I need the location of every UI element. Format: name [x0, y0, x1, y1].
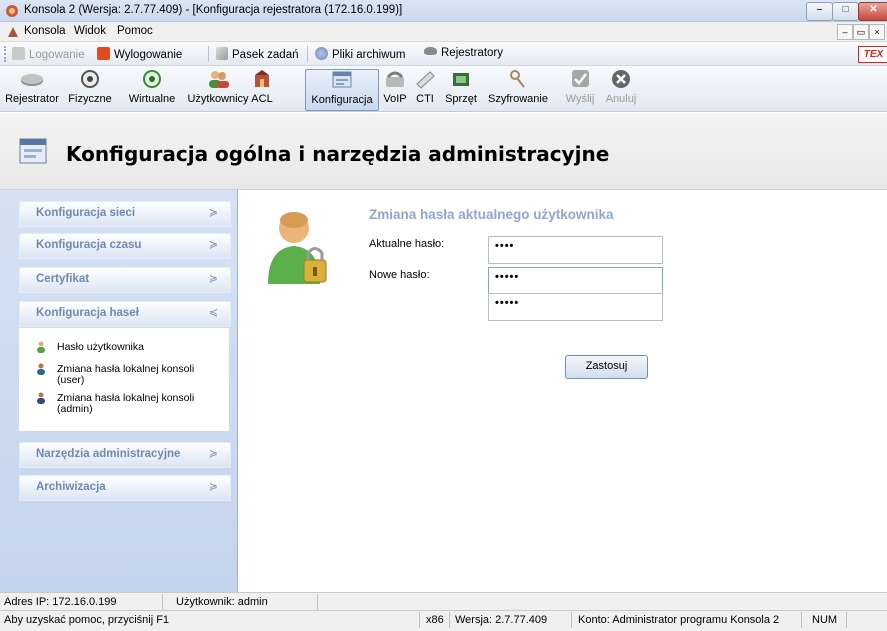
chevron-down-icon: ≽ [208, 207, 218, 219]
menu-widok[interactable]: Widok [74, 25, 106, 37]
configuration-icon [332, 71, 352, 88]
physical-button[interactable]: Fizyczne [62, 69, 118, 109]
architecture: x86 [426, 614, 444, 626]
virtual-speaker-icon [143, 70, 161, 88]
virtual-button[interactable]: Wirtualne [118, 69, 186, 109]
users-button[interactable]: Użytkownicy [186, 69, 250, 109]
status-bar-top: Adres IP: 172.16.0.199 Użytkownik: admin [0, 592, 887, 610]
chevron-down-icon: ≽ [208, 239, 218, 251]
minimize-button[interactable]: – [806, 2, 833, 21]
console-menu-icon [8, 27, 18, 37]
toolbar-grip [4, 46, 9, 62]
app-icon [6, 5, 18, 17]
taskbar-button[interactable]: Pasek zadań [216, 47, 299, 61]
form-title: Zmiana hasła aktualnego użytkownika [369, 207, 614, 222]
current-user: Użytkownik: admin [176, 596, 268, 608]
archive-files-button[interactable]: Pliki archiwum [315, 47, 406, 61]
mdi-minimize-button[interactable]: – [837, 24, 853, 40]
window-title: Konsola 2 (Wersja: 2.7.77.409) - [Konfig… [24, 4, 403, 16]
status-separator [162, 594, 163, 610]
apply-button[interactable]: Zastosuj [565, 355, 648, 379]
passwords-panel: Hasło użytkownika Zmiana hasła lokalnej … [19, 328, 229, 431]
page-header: Konfiguracja ogólna i narzędzia administ… [0, 113, 887, 190]
chevron-down-icon: ≽ [208, 448, 218, 460]
login-icon [12, 47, 25, 60]
cti-button[interactable]: CTI [412, 69, 438, 109]
title-bar: Konsola 2 (Wersja: 2.7.77.409) - [Konfig… [0, 0, 887, 22]
user-icon [37, 392, 45, 404]
account: Konto: Administrator programu Konsola 2 [578, 614, 780, 626]
status-separator [449, 612, 450, 628]
sidebar: Konfiguracja sieci ≽ Konfiguracja czasu ≽ … [0, 190, 238, 592]
recorder-icon [21, 74, 43, 86]
configuration-icon [19, 138, 47, 164]
section-admin-tools[interactable]: Narzędzia administracyjne ≽ [19, 442, 231, 468]
phone-icon [386, 71, 404, 87]
confirm-password-field[interactable]: ••••• [488, 293, 663, 321]
configuration-button[interactable]: Konfiguracja [305, 69, 379, 111]
status-separator [419, 612, 420, 628]
status-separator [571, 612, 572, 628]
new-password-field[interactable]: ••••• [488, 267, 663, 295]
menu-pomoc[interactable]: Pomoc [117, 25, 153, 37]
main-panel: Zmiana hasła aktualnego użytkownika Aktu… [239, 190, 887, 592]
encryption-button[interactable]: Szyfrowanie [484, 69, 552, 109]
user-lock-icon [268, 212, 327, 284]
logout-button[interactable]: Wylogowanie [97, 47, 182, 61]
section-archiving[interactable]: Archiwizacja ≽ [19, 475, 231, 501]
section-time[interactable]: Konfiguracja czasu ≽ [19, 233, 231, 259]
key-icon [510, 70, 525, 88]
acl-icon [255, 70, 269, 87]
login-button[interactable]: Logowanie [12, 47, 85, 61]
module-toolbar: Rejestrator Fizyczne Wirtualne Użytkowni… [0, 66, 887, 112]
toolbar-separator [307, 46, 308, 62]
section-certificate[interactable]: Certyfikat ≽ [19, 267, 231, 293]
version: Wersja: 2.7.77.409 [455, 614, 548, 626]
status-bar-bottom: Aby uzyskać pomoc, przyciśnij F1 x86 Wer… [0, 610, 887, 631]
current-password-field[interactable]: •••• [488, 236, 663, 264]
status-separator [317, 594, 318, 610]
chevron-down-icon: ≽ [208, 481, 218, 493]
chevron-up-icon: ≼ [208, 307, 218, 319]
current-password-label: Aktualne hasło: [369, 238, 445, 250]
user-icon [37, 363, 45, 375]
status-separator [846, 612, 847, 628]
section-passwords[interactable]: Konfiguracja haseł ≼ [19, 301, 231, 327]
toolbar-separator [208, 46, 209, 62]
help-hint: Aby uzyskać pomoc, przyciśnij F1 [4, 614, 170, 626]
send-button[interactable]: Wyślij [562, 69, 598, 109]
top-toolbar: Logowanie Wylogowanie Pasek zadań Pliki … [0, 42, 887, 66]
pencil-icon [216, 47, 228, 60]
menu-konsola[interactable]: Konsola [24, 25, 66, 37]
checkmark-icon [572, 70, 589, 87]
recorder-button[interactable]: Rejestrator [2, 69, 62, 109]
hardware-icon [453, 73, 469, 86]
section-network[interactable]: Konfiguracja sieci ≽ [19, 201, 231, 227]
mdi-restore-button[interactable]: ▭ [853, 24, 869, 40]
cancel-icon [612, 70, 630, 88]
logout-icon [97, 47, 110, 60]
cancel-button[interactable]: Anuluj [603, 69, 639, 109]
ip-address: Adres IP: 172.16.0.199 [4, 596, 117, 608]
recorder-icon [424, 47, 437, 55]
acl-button[interactable]: ACL [250, 69, 274, 109]
cti-icon [416, 71, 435, 89]
new-password-label: Nowe hasło: [369, 269, 430, 281]
user-icon [37, 341, 45, 353]
voip-button[interactable]: VoIP [380, 69, 410, 109]
menu-bar: Konsola Widok Pomoc – ▭ × [0, 22, 887, 42]
num-lock-indicator: NUM [812, 614, 838, 626]
disc-icon [315, 47, 328, 60]
mdi-close-button[interactable]: × [869, 24, 885, 40]
close-button[interactable]: ✕ [858, 2, 887, 21]
maximize-button[interactable]: □ [832, 2, 859, 21]
speaker-icon [81, 70, 99, 88]
brand-logo: TEX [858, 46, 887, 63]
users-icon [209, 71, 229, 88]
page-title: Konfiguracja ogólna i narzędzia administ… [66, 142, 610, 166]
chevron-down-icon: ≽ [208, 273, 218, 285]
recorders-button[interactable]: Rejestratory [424, 47, 503, 59]
hardware-button[interactable]: Sprzęt [440, 69, 482, 109]
status-separator [801, 612, 802, 628]
